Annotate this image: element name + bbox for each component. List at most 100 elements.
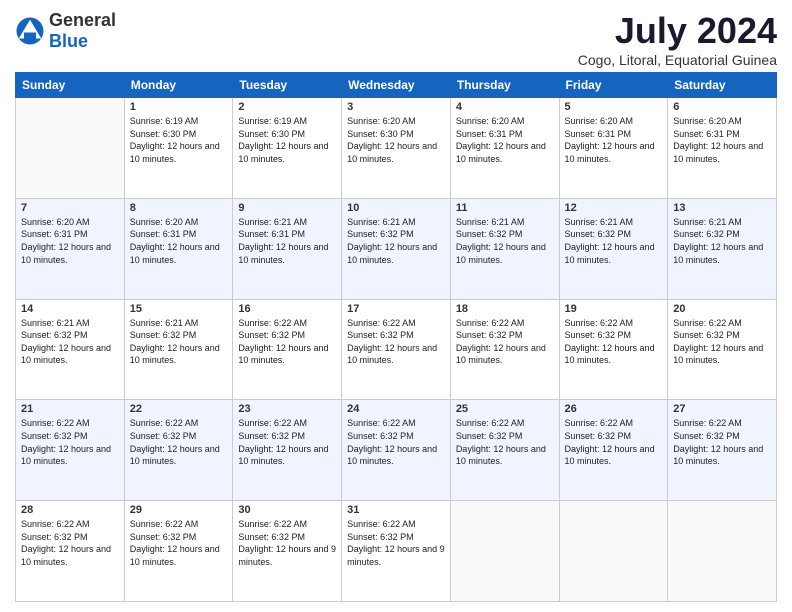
day-number: 14 — [21, 303, 119, 315]
day-info: Sunrise: 6:22 AM Sunset: 6:32 PM Dayligh… — [130, 518, 228, 568]
day-number: 13 — [673, 202, 771, 214]
day-number: 30 — [238, 504, 336, 516]
day-info: Sunrise: 6:20 AM Sunset: 6:30 PM Dayligh… — [347, 115, 445, 165]
calendar-page: General Blue July 2024 Cogo, Litoral, Eq… — [0, 0, 792, 612]
calendar-cell: 24Sunrise: 6:22 AM Sunset: 6:32 PM Dayli… — [342, 400, 451, 501]
calendar-table: Sunday Monday Tuesday Wednesday Thursday… — [15, 72, 777, 602]
day-number: 27 — [673, 403, 771, 415]
logo-general: General — [49, 10, 116, 30]
calendar-cell: 23 Sunrise: 6:22 AM Sunset: 6:32 PM Dayli… — [233, 400, 342, 501]
day-number: 19 — [565, 303, 663, 315]
calendar-cell: 12 Sunrise: 6:21 AM Sunset: 6:32 PM Dayli… — [559, 198, 668, 299]
calendar-cell: 30 Sunrise: 6:22 AM Sunset: 6:32 PM Dayli… — [233, 501, 342, 602]
calendar-cell: 8 Sunrise: 6:20 AM Sunset: 6:31 PM Daylig… — [124, 198, 233, 299]
calendar-week-row: 14 Sunrise: 6:21 AM Sunset: 6:32 PM Dayli… — [16, 299, 777, 400]
calendar-week-row: 28 Sunrise: 6:22 AM Sunset: 6:32 PM Dayli… — [16, 501, 777, 602]
logo-blue: Blue — [49, 31, 88, 51]
day-number: 9 — [238, 202, 336, 214]
day-number: 18 — [456, 303, 554, 315]
header: General Blue July 2024 Cogo, Litoral, Eq… — [15, 10, 777, 68]
logo: General Blue — [15, 10, 116, 52]
calendar-cell — [668, 501, 777, 602]
calendar-cell: 29 Sunrise: 6:22 AM Sunset: 6:32 PM Dayli… — [124, 501, 233, 602]
calendar-cell — [16, 98, 125, 199]
day-number: 11 — [456, 202, 554, 214]
calendar-cell: 22 Sunrise: 6:22 AM Sunset: 6:32 PM Dayli… — [124, 400, 233, 501]
calendar-cell: 4 Sunrise: 6:20 AM Sunset: 6:31 PM Daylig… — [450, 98, 559, 199]
day-number: 4 — [456, 101, 554, 113]
calendar-cell: 6 Sunrise: 6:20 AM Sunset: 6:31 PM Daylig… — [668, 98, 777, 199]
day-info: Sunrise: 6:22 AM Sunset: 6:32 PM Dayligh… — [130, 417, 228, 467]
day-info: Sunrise: 6:21 AM Sunset: 6:32 PM Dayligh… — [21, 317, 119, 367]
day-number: 31 — [347, 504, 445, 516]
day-number: 28 — [21, 504, 119, 516]
calendar-cell: 27 Sunrise: 6:22 AM Sunset: 6:32 PM Dayli… — [668, 400, 777, 501]
day-info: Sunrise: 6:20 AM Sunset: 6:31 PM Dayligh… — [673, 115, 771, 165]
calendar-cell: 28 Sunrise: 6:22 AM Sunset: 6:32 PM Dayli… — [16, 501, 125, 602]
day-number: 12 — [565, 202, 663, 214]
day-info: Sunrise: 6:22 AM Sunset: 6:32 PM Dayligh… — [238, 317, 336, 367]
day-number: 22 — [130, 403, 228, 415]
day-info: Sunrise: 6:22 AM Sunset: 6:32 PM Dayligh… — [238, 417, 336, 467]
calendar-cell: 20Sunrise: 6:22 AM Sunset: 6:32 PM Dayli… — [668, 299, 777, 400]
logo-icon — [15, 16, 45, 46]
day-number: 3 — [347, 101, 445, 113]
weekday-header-row: Sunday Monday Tuesday Wednesday Thursday… — [16, 73, 777, 98]
day-info: Sunrise: 6:22 AM Sunset: 6:32 PM Dayligh… — [565, 317, 663, 367]
day-number: 21 — [21, 403, 119, 415]
day-number: 1 — [130, 101, 228, 113]
day-info: Sunrise: 6:21 AM Sunset: 6:32 PM Dayligh… — [456, 216, 554, 266]
header-tuesday: Tuesday — [233, 73, 342, 98]
calendar-cell: 18 Sunrise: 6:22 AM Sunset: 6:32 PM Dayli… — [450, 299, 559, 400]
calendar-cell: 25 Sunrise: 6:22 AM Sunset: 6:32 PM Dayli… — [450, 400, 559, 501]
day-info: Sunrise: 6:21 AM Sunset: 6:32 PM Dayligh… — [673, 216, 771, 266]
day-info: Sunrise: 6:22 AM Sunset: 6:32 PM Dayligh… — [456, 317, 554, 367]
header-thursday: Thursday — [450, 73, 559, 98]
calendar-cell: 5Sunrise: 6:20 AM Sunset: 6:31 PM Daylig… — [559, 98, 668, 199]
calendar-cell: 7Sunrise: 6:20 AM Sunset: 6:31 PM Daylig… — [16, 198, 125, 299]
day-number: 26 — [565, 403, 663, 415]
calendar-cell: 9 Sunrise: 6:21 AM Sunset: 6:31 PM Daylig… — [233, 198, 342, 299]
day-number: 8 — [130, 202, 228, 214]
calendar-week-row: 21 Sunrise: 6:22 AM Sunset: 6:32 PM Dayli… — [16, 400, 777, 501]
day-number: 20 — [673, 303, 771, 315]
calendar-cell: 19 Sunrise: 6:22 AM Sunset: 6:32 PM Dayli… — [559, 299, 668, 400]
calendar-cell: 15Sunrise: 6:21 AM Sunset: 6:32 PM Dayli… — [124, 299, 233, 400]
calendar-week-row: 1 Sunrise: 6:19 AM Sunset: 6:30 PM Daylig… — [16, 98, 777, 199]
day-number: 7 — [21, 202, 119, 214]
logo-text: General Blue — [49, 10, 116, 52]
calendar-cell: 14 Sunrise: 6:21 AM Sunset: 6:32 PM Dayli… — [16, 299, 125, 400]
calendar-cell — [559, 501, 668, 602]
day-info: Sunrise: 6:20 AM Sunset: 6:31 PM Dayligh… — [456, 115, 554, 165]
day-info: Sunrise: 6:22 AM Sunset: 6:32 PM Dayligh… — [347, 417, 445, 467]
day-number: 15 — [130, 303, 228, 315]
calendar-cell: 21 Sunrise: 6:22 AM Sunset: 6:32 PM Dayli… — [16, 400, 125, 501]
day-number: 6 — [673, 101, 771, 113]
day-info: Sunrise: 6:20 AM Sunset: 6:31 PM Dayligh… — [130, 216, 228, 266]
day-info: Sunrise: 6:21 AM Sunset: 6:32 PM Dayligh… — [565, 216, 663, 266]
day-info: Sunrise: 6:22 AM Sunset: 6:32 PM Dayligh… — [347, 518, 445, 568]
day-info: Sunrise: 6:22 AM Sunset: 6:32 PM Dayligh… — [21, 417, 119, 467]
calendar-cell — [450, 501, 559, 602]
calendar-cell: 31 Sunrise: 6:22 AM Sunset: 6:32 PM Dayli… — [342, 501, 451, 602]
day-info: Sunrise: 6:22 AM Sunset: 6:32 PM Dayligh… — [347, 317, 445, 367]
day-number: 25 — [456, 403, 554, 415]
day-info: Sunrise: 6:21 AM Sunset: 6:31 PM Dayligh… — [238, 216, 336, 266]
calendar-cell: 26Sunrise: 6:22 AM Sunset: 6:32 PM Dayli… — [559, 400, 668, 501]
month-year: July 2024 — [578, 10, 777, 52]
day-number: 2 — [238, 101, 336, 113]
day-info: Sunrise: 6:19 AM Sunset: 6:30 PM Dayligh… — [130, 115, 228, 165]
day-number: 29 — [130, 504, 228, 516]
day-number: 23 — [238, 403, 336, 415]
header-wednesday: Wednesday — [342, 73, 451, 98]
day-number: 16 — [238, 303, 336, 315]
day-info: Sunrise: 6:21 AM Sunset: 6:32 PM Dayligh… — [347, 216, 445, 266]
day-info: Sunrise: 6:22 AM Sunset: 6:32 PM Dayligh… — [21, 518, 119, 568]
title-area: July 2024 Cogo, Litoral, Equatorial Guin… — [578, 10, 777, 68]
header-saturday: Saturday — [668, 73, 777, 98]
day-info: Sunrise: 6:22 AM Sunset: 6:32 PM Dayligh… — [673, 417, 771, 467]
day-info: Sunrise: 6:22 AM Sunset: 6:32 PM Dayligh… — [238, 518, 336, 568]
header-monday: Monday — [124, 73, 233, 98]
day-info: Sunrise: 6:19 AM Sunset: 6:30 PM Dayligh… — [238, 115, 336, 165]
day-info: Sunrise: 6:22 AM Sunset: 6:32 PM Dayligh… — [456, 417, 554, 467]
